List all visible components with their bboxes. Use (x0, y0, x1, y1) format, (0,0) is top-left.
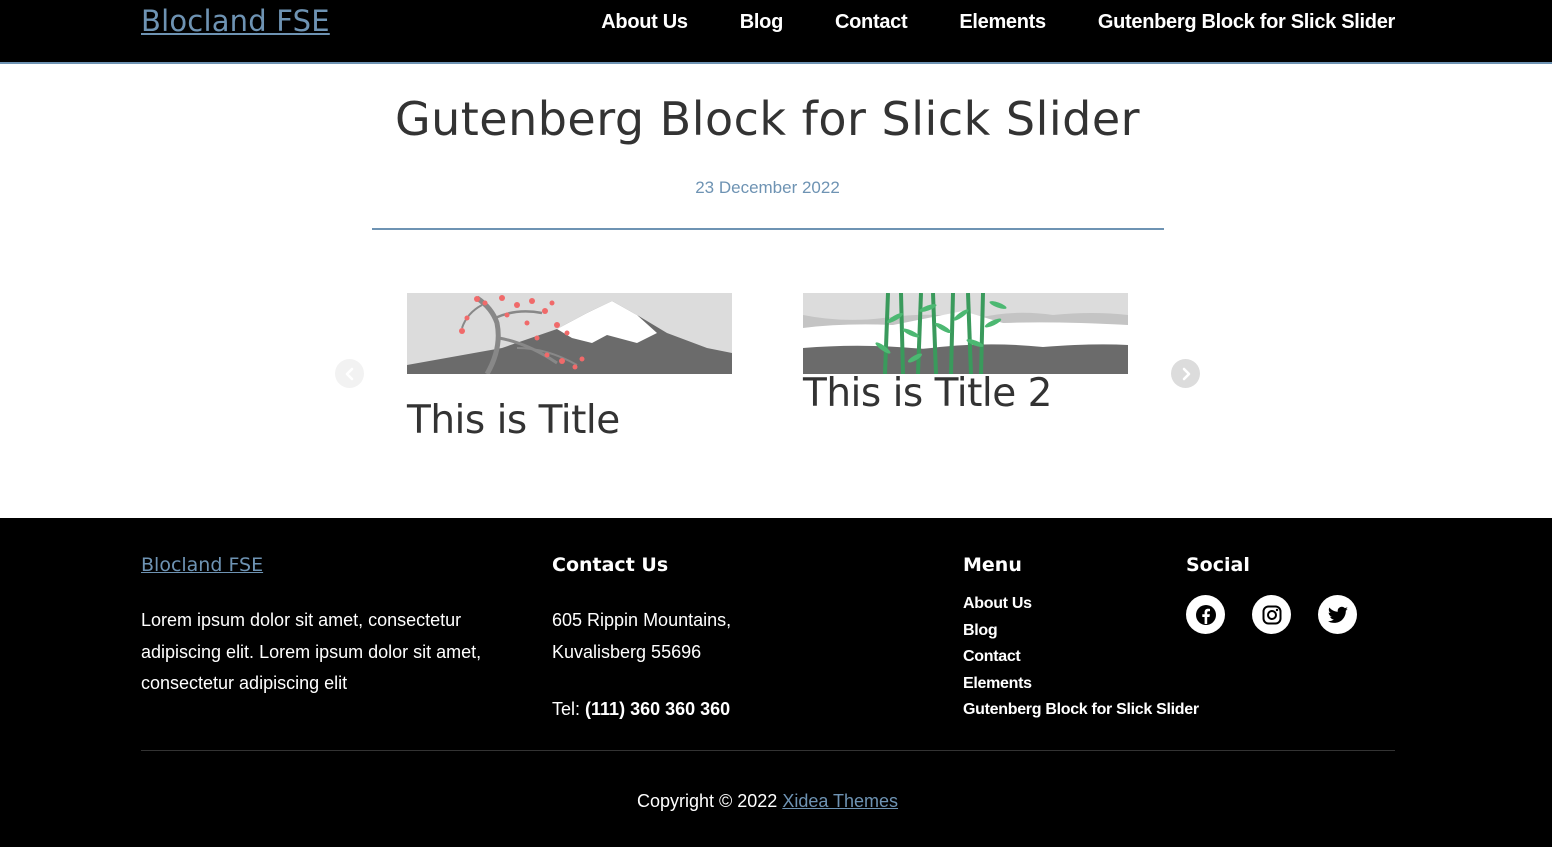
footer-brand-text: Lorem ipsum dolor sit amet, consectetur … (141, 610, 482, 693)
footer-contact-column: Contact Us 605 Rippin Mountains, Kuvalis… (552, 554, 912, 726)
footer-menu-heading: Menu (963, 554, 1022, 576)
footer-menu-item: Blog (963, 618, 1163, 645)
nav-item-gutenberg-block[interactable]: Gutenberg Block for Slick Slider (1098, 11, 1395, 34)
chevron-left-circle-icon (345, 367, 353, 380)
nav-item-contact[interactable]: Contact (835, 11, 908, 34)
copyright-link[interactable]: Xidea Themes (782, 791, 898, 811)
footer-menu-contact[interactable]: Contact (963, 648, 1021, 665)
main-nav: About Us Blog Contact Elements Gutenberg… (549, 11, 1395, 34)
title-separator (372, 228, 1164, 230)
slide-1-title: This is Title (407, 398, 620, 443)
footer-menu-elements[interactable]: Elements (963, 675, 1032, 692)
footer-contact-heading: Contact Us (552, 554, 669, 576)
cherry-blossom-mountain-image (407, 293, 732, 374)
nav-item-elements[interactable]: Elements (959, 11, 1046, 34)
twitter-link[interactable] (1318, 595, 1357, 634)
copyright-text: Copyright © 2022 (636, 791, 778, 811)
footer-site-title-link[interactable]: Blocland FSE (141, 554, 263, 576)
footer-menu-column: Menu About Us Blog Contact Elements Gute… (963, 554, 1199, 724)
footer-menu-gutenberg-block[interactable]: Gutenberg Block for Slick Slider (963, 701, 1199, 718)
footer-separator (141, 750, 1395, 751)
twitter-icon (1327, 606, 1348, 623)
footer-menu-list: About Us Blog Contact Elements Gutenberg… (963, 591, 1199, 724)
footer-social-heading: Social (1186, 554, 1250, 576)
site-header: Blocland FSE About Us Blog Contact Eleme… (0, 0, 1552, 64)
footer-tel-value: (111) 360 360 360 (585, 699, 731, 719)
site-title-link[interactable]: Blocland FSE (141, 4, 330, 38)
slider-next-button[interactable] (1171, 359, 1200, 388)
slide-1[interactable]: This is Title (407, 293, 732, 443)
footer-social-column: Social (1186, 554, 1406, 634)
facebook-link[interactable] (1186, 595, 1225, 634)
footer-menu-item: Contact (963, 644, 1163, 671)
footer-menu-about-us[interactable]: About Us (963, 595, 1032, 612)
footer-menu-blog[interactable]: Blog (963, 622, 998, 639)
bamboo-mountain-image (803, 293, 1128, 374)
footer-telephone: Tel: (111) 360 360 360 (552, 694, 912, 726)
page-title: Gutenberg Block for Slick Slider (394, 92, 1141, 146)
footer-address-line2: Kuvalisberg 55696 (552, 641, 702, 662)
footer-menu-item: Elements (963, 671, 1163, 698)
footer-menu-item: About Us (963, 591, 1163, 618)
post-date: 23 December 2022 (695, 178, 840, 197)
site-footer: Blocland FSE Lorem ipsum dolor sit amet,… (0, 518, 1552, 847)
slider-prev-button[interactable] (335, 359, 364, 388)
instagram-icon (1262, 605, 1281, 624)
footer-tel-label: Tel: (552, 699, 581, 719)
facebook-icon (1195, 604, 1216, 625)
slide-2[interactable]: This is Title 2 (803, 293, 1128, 416)
instagram-link[interactable] (1252, 595, 1291, 634)
chevron-right-circle-icon (1182, 367, 1190, 380)
nav-item-about-us[interactable]: About Us (601, 11, 688, 34)
nav-item-blog[interactable]: Blog (740, 11, 784, 34)
footer-menu-item: Gutenberg Block for Slick Slider (963, 697, 1199, 724)
social-icons (1186, 595, 1406, 634)
slide-2-title: This is Title 2 (803, 371, 1052, 416)
footer-brand-column: Blocland FSE Lorem ipsum dolor sit amet,… (141, 554, 521, 700)
footer-address: 605 Rippin Mountains, Kuvalisberg 55696 (552, 605, 912, 668)
copyright: Copyright © 2022 Xidea Themes (0, 791, 1535, 812)
footer-address-line1: 605 Rippin Mountains, (552, 610, 732, 630)
